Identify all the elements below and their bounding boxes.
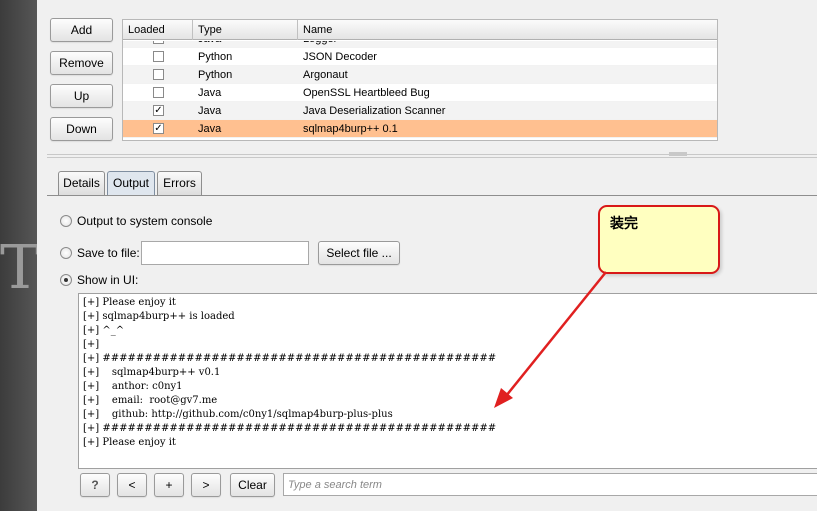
table-row[interactable]: Python Argonaut bbox=[123, 66, 717, 84]
save-file-label: Save to file: bbox=[77, 246, 140, 260]
loaded-checkbox[interactable]: ✓ bbox=[153, 105, 164, 116]
tab-details[interactable]: Details bbox=[58, 171, 105, 196]
show-ui-label: Show in UI: bbox=[77, 273, 139, 287]
extension-type: Java bbox=[198, 87, 222, 99]
add-option-button[interactable]: + bbox=[154, 473, 184, 497]
table-row[interactable]: Python JSON Decoder bbox=[123, 48, 717, 66]
annotation-text: 装完 bbox=[610, 216, 638, 232]
output-console-label: Output to system console bbox=[77, 214, 213, 228]
save-file-path-input[interactable] bbox=[141, 241, 309, 265]
loaded-checkbox[interactable] bbox=[153, 51, 164, 62]
tab-underline bbox=[47, 195, 817, 196]
console-line: [+] Please enjoy it bbox=[83, 437, 176, 448]
extension-name: sqlmap4burp++ 0.1 bbox=[303, 123, 398, 135]
loaded-checkbox[interactable]: ✓ bbox=[153, 123, 164, 134]
show-ui-radio[interactable] bbox=[60, 274, 72, 286]
annotation-callout: 装完 bbox=[598, 205, 720, 274]
console-line: [+] github: http://github.com/c0ny1/sqlm… bbox=[83, 409, 393, 420]
output-console-radio[interactable] bbox=[60, 215, 72, 227]
output-console[interactable]: [+] Please enjoy it [+] sqlmap4burp++ is … bbox=[78, 293, 817, 469]
up-button[interactable]: Up bbox=[50, 84, 113, 108]
down-button[interactable]: Down bbox=[50, 117, 113, 141]
loaded-checkbox[interactable] bbox=[153, 87, 164, 98]
extension-type: Python bbox=[198, 51, 233, 63]
column-header-loaded[interactable]: Loaded bbox=[123, 20, 193, 40]
tab-errors[interactable]: Errors bbox=[157, 171, 202, 196]
extension-name: OpenSSL Heartbleed Bug bbox=[303, 87, 430, 99]
extensions-table: Loaded Type Name ✓ Java Logger++ Python JSON… bbox=[122, 19, 718, 141]
extension-name: Logger++ bbox=[298, 41, 350, 48]
select-file-button[interactable]: Select file ... bbox=[318, 241, 400, 265]
console-line: [+] bbox=[83, 339, 100, 350]
loaded-checkbox[interactable]: ✓ bbox=[153, 41, 164, 44]
search-input[interactable] bbox=[283, 473, 817, 496]
table-row[interactable]: ✓ Java Java Deserialization Scanner bbox=[123, 102, 717, 120]
console-line: [+] ^_^ bbox=[83, 325, 125, 336]
extension-type: Java bbox=[193, 41, 221, 48]
extension-name: JSON Decoder bbox=[303, 51, 377, 63]
tab-output[interactable]: Output bbox=[107, 171, 155, 196]
column-header-type[interactable]: Type bbox=[193, 20, 298, 40]
extension-type: Java bbox=[198, 123, 222, 135]
table-row[interactable]: Java OpenSSL Heartbleed Bug bbox=[123, 84, 717, 102]
splitter-grip[interactable] bbox=[669, 152, 687, 156]
panel-splitter[interactable] bbox=[47, 152, 817, 158]
console-line: [+] ####################################… bbox=[83, 353, 497, 364]
background-strip: T bbox=[0, 0, 41, 511]
table-row[interactable]: ✓ Java sqlmap4burp++ 0.1 bbox=[123, 120, 717, 138]
column-header-name[interactable]: Name bbox=[298, 20, 717, 40]
remove-button[interactable]: Remove bbox=[50, 51, 113, 75]
next-match-button[interactable]: > bbox=[191, 473, 221, 497]
table-row[interactable]: ✓ Java Logger++ bbox=[123, 41, 717, 48]
add-button[interactable]: Add bbox=[50, 18, 113, 42]
extension-type: Python bbox=[198, 69, 233, 81]
extension-type: Java bbox=[198, 105, 222, 117]
console-line: [+] sqlmap4burp++ v0.1 bbox=[83, 367, 221, 378]
console-line: [+] sqlmap4burp++ is loaded bbox=[83, 311, 235, 322]
save-file-radio[interactable] bbox=[60, 247, 72, 259]
table-header: Loaded Type Name bbox=[123, 20, 717, 40]
help-button[interactable]: ? bbox=[80, 473, 110, 497]
clear-button[interactable]: Clear bbox=[230, 473, 275, 497]
console-line: [+] Please enjoy it bbox=[83, 297, 176, 308]
table-body: ✓ Java Logger++ Python JSON Decoder Python Arg… bbox=[123, 41, 717, 140]
table-rows: ✓ Java Logger++ Python JSON Decoder Python Arg… bbox=[123, 41, 717, 138]
loaded-checkbox[interactable] bbox=[153, 69, 164, 80]
background-letter: T bbox=[0, 233, 41, 303]
console-line: [+] anthor: c0ny1 bbox=[83, 381, 183, 392]
previous-match-button[interactable]: < bbox=[117, 473, 147, 497]
extension-name: Java Deserialization Scanner bbox=[303, 105, 446, 117]
extension-name: Argonaut bbox=[303, 69, 348, 81]
console-line: [+] ####################################… bbox=[83, 423, 497, 434]
console-line: [+] email: root@gv7.me bbox=[83, 395, 218, 406]
